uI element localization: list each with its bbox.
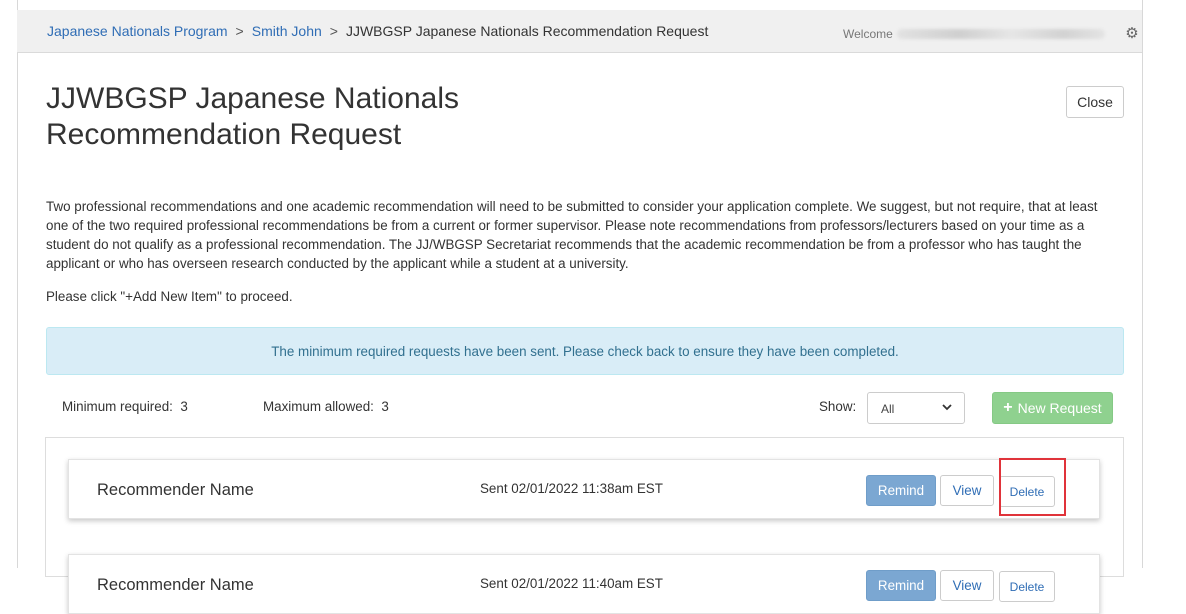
intro-text: Two professional recommendations and one… [46, 199, 1098, 271]
page-title: JJWBGSP Japanese Nationals Recommendation… [46, 81, 566, 153]
view-button[interactable]: View [940, 475, 994, 506]
page-title-line-2: Recommendation Request [46, 118, 402, 151]
breadcrumb-current: JJWBGSP Japanese Nationals Recommendatio… [345, 23, 709, 39]
maximum-allowed-stat: Maximum allowed: 3 [263, 399, 389, 414]
recommender-name: Recommender Name [97, 576, 254, 594]
breadcrumb-link-applicant[interactable]: Smith John [252, 23, 322, 39]
maximum-allowed-label: Maximum allowed: [263, 399, 374, 414]
sent-timestamp: Sent 02/01/2022 11:38am EST [480, 481, 663, 496]
gear-icon[interactable]: ⚙ [1124, 25, 1140, 42]
info-alert-text: The minimum required requests have been … [271, 343, 899, 359]
plus-icon: + [1003, 399, 1013, 416]
sent-timestamp: Sent 02/01/2022 11:40am EST [480, 576, 663, 591]
remind-button[interactable]: Remind [866, 570, 936, 601]
breadcrumb-separator: > [329, 23, 338, 39]
top-bar: Japanese Nationals Program > Smith John > JJ… [17, 10, 1142, 53]
remind-button[interactable]: Remind [866, 475, 936, 506]
new-request-label: New Request [1017, 400, 1102, 416]
close-button[interactable]: Close [1066, 86, 1124, 118]
instruction-text: Please click "+Add New Item" to proceed. [46, 289, 293, 304]
delete-button[interactable]: Delete [999, 476, 1055, 507]
welcome-label: Welcome [843, 27, 893, 41]
new-request-button[interactable]: + New Request [992, 392, 1113, 424]
breadcrumb-separator: > [235, 23, 244, 39]
minimum-required-value: 3 [180, 399, 188, 414]
view-button[interactable]: View [940, 570, 994, 601]
minimum-required-stat: Minimum required: 3 [62, 399, 188, 414]
delete-button[interactable]: Delete [999, 571, 1055, 602]
minimum-required-label: Minimum required: [62, 399, 173, 414]
request-card: Recommender Name Sent 02/01/2022 11:40am… [68, 554, 1100, 614]
breadcrumb-link-program[interactable]: Japanese Nationals Program [47, 23, 228, 39]
info-alert: The minimum required requests have been … [46, 327, 1124, 375]
request-card: Recommender Name Sent 02/01/2022 11:38am… [68, 459, 1100, 519]
breadcrumb: Japanese Nationals Program > Smith John > JJ… [47, 23, 708, 39]
show-filter-label: Show: [819, 399, 857, 414]
chevron-down-icon [942, 400, 952, 417]
page-title-line-1: JJWBGSP Japanese Nationals [46, 82, 459, 115]
recommender-name: Recommender Name [97, 481, 254, 499]
show-filter-value: All [881, 402, 895, 416]
show-filter-select[interactable]: All [867, 392, 965, 424]
redacted-user-email [897, 29, 1105, 39]
maximum-allowed-value: 3 [381, 399, 389, 414]
